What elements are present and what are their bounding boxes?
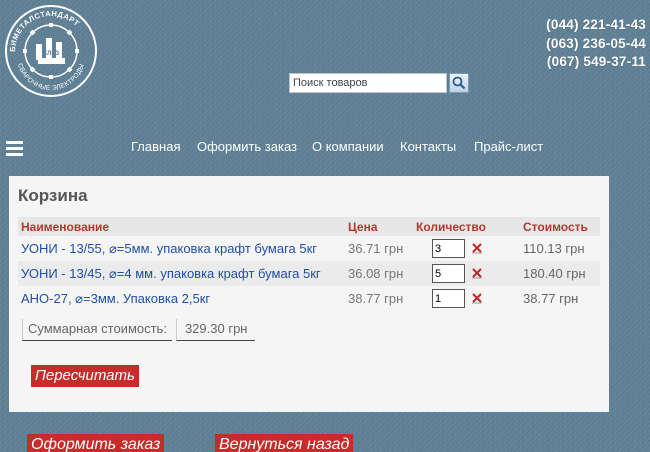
- phone-number[interactable]: (067) 549-37-11: [546, 53, 646, 72]
- quantity-cell: [413, 261, 520, 286]
- search-button[interactable]: [449, 73, 469, 93]
- phone-number[interactable]: (063) 236-05-44: [546, 35, 646, 54]
- page-title: Корзина: [18, 186, 88, 205]
- delete-icon: [471, 243, 482, 254]
- search-input[interactable]: [289, 73, 447, 93]
- remove-item-button[interactable]: [471, 267, 483, 279]
- delete-icon: [471, 293, 482, 304]
- column-header-quantity: Количество: [413, 217, 520, 236]
- phone-number[interactable]: (044) 221-41-43: [546, 16, 646, 35]
- nav-item-price-list[interactable]: Прайс-лист: [474, 139, 543, 154]
- company-logo[interactable]: БИМЕТАЛСТАНДАРТ СВАРОЧНЫЕ ЭЛЕКТРОДЫ СЛЕЗ: [2, 2, 100, 100]
- search-bar: [289, 73, 469, 93]
- quantity-input[interactable]: [432, 239, 465, 258]
- table-row: УОНИ - 13/55, ⌀=5мм. упаковка крафт бума…: [18, 236, 600, 261]
- phone-list: (044) 221-41-43 (063) 236-05-44 (067) 54…: [546, 16, 646, 72]
- delete-icon: [471, 268, 482, 279]
- nav-item-contacts[interactable]: Контакты: [400, 139, 456, 154]
- quantity-input[interactable]: [432, 289, 465, 308]
- price-cell: 38.77 грн: [348, 291, 404, 306]
- search-icon: [452, 76, 466, 90]
- nav-item-about[interactable]: О компании: [312, 139, 384, 154]
- cost-cell: 110.13 грн: [523, 241, 585, 256]
- table-row: УОНИ - 13/45, ⌀=4 мм. упаковка крафт бум…: [18, 261, 600, 286]
- logo-emblem-icon: БИМЕТАЛСТАНДАРТ СВАРОЧНЫЕ ЭЛЕКТРОДЫ СЛЕЗ: [5, 5, 97, 97]
- nav-item-checkout[interactable]: Оформить заказ: [197, 139, 297, 154]
- cart-panel: Корзина Наименование Цена Количество Сто…: [9, 176, 609, 412]
- price-cell: 36.08 грн: [345, 261, 413, 286]
- remove-item-button[interactable]: [471, 292, 483, 304]
- cart-total: Суммарная стоимость: 329.30 грн: [22, 319, 256, 341]
- recalculate-button[interactable]: Пересчитать: [31, 365, 139, 387]
- product-link[interactable]: УОНИ - 13/55, ⌀=5мм. упаковка крафт бума…: [21, 241, 317, 256]
- product-link[interactable]: АНО-27, ⌀=3мм. Упаковка 2,5кг: [21, 291, 210, 306]
- go-back-button[interactable]: Вернуться назад: [215, 434, 354, 452]
- quantity-input[interactable]: [432, 264, 465, 283]
- table-row: АНО-27, ⌀=3мм. Упаковка 2,5кг 38.77 грн …: [18, 286, 600, 311]
- quantity-cell: [413, 286, 520, 311]
- quantity-cell: [413, 236, 520, 261]
- column-header-price: Цена: [345, 217, 413, 236]
- price-cell: 36.71 грн: [348, 241, 404, 256]
- place-order-button[interactable]: Оформить заказ: [27, 434, 165, 452]
- logo-monogram: СЛЕЗ: [43, 51, 59, 57]
- column-header-name: Наименование: [18, 217, 345, 236]
- nav-item-home[interactable]: Главная: [131, 139, 180, 154]
- total-value: 329.30 грн: [175, 319, 256, 341]
- column-header-cost: Стоимость: [520, 217, 600, 236]
- product-link[interactable]: УОНИ - 13/45, ⌀=4 мм. упаковка крафт бум…: [21, 266, 321, 281]
- table-header-row: Наименование Цена Количество Стоимость: [18, 217, 600, 236]
- cost-cell: 180.40 грн: [520, 261, 600, 286]
- main-nav: Главная Оформить заказ О компании Контак…: [0, 139, 650, 159]
- cart-table: Наименование Цена Количество Стоимость У…: [18, 217, 600, 311]
- remove-item-button[interactable]: [471, 242, 483, 254]
- total-label: Суммарная стоимость:: [22, 319, 172, 341]
- cost-cell: 38.77 грн: [523, 291, 579, 306]
